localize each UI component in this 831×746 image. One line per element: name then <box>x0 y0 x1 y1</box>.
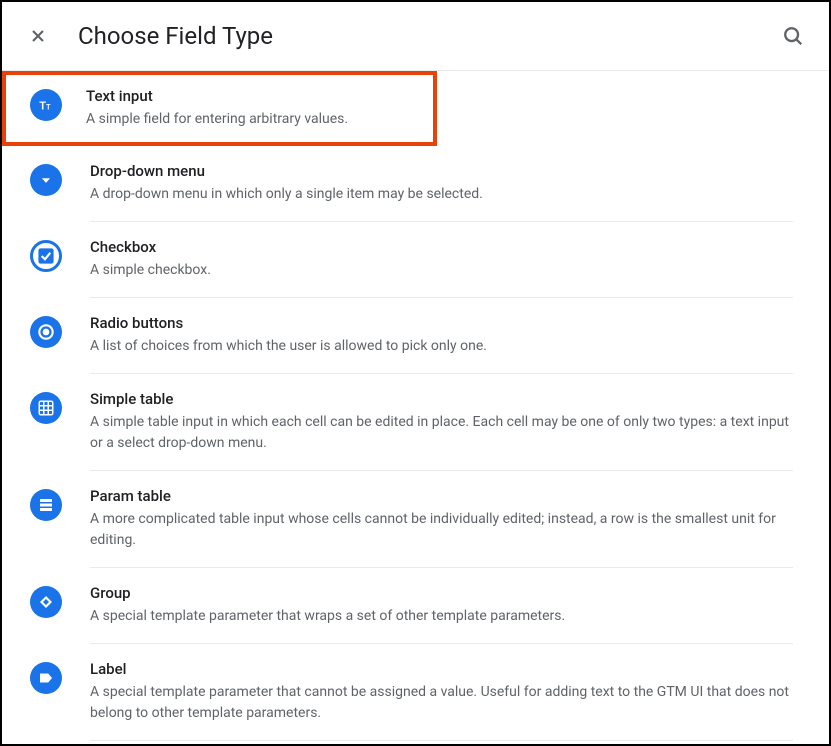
header: Choose Field Type <box>2 2 829 70</box>
field-type-checkbox[interactable]: Checkbox A simple checkbox. <box>2 222 829 298</box>
label-icon <box>30 662 62 694</box>
dropdown-icon <box>30 164 62 196</box>
item-desc: A simple checkbox. <box>90 260 793 281</box>
item-desc: A list of choices from which the user is… <box>90 336 793 357</box>
table-icon <box>30 392 62 424</box>
item-title: Group <box>90 584 793 602</box>
page-title: Choose Field Type <box>78 22 753 50</box>
field-type-group[interactable]: Group A special template parameter that … <box>2 568 829 644</box>
item-desc: A simple field for entering arbitrary va… <box>86 109 413 130</box>
close-icon <box>28 26 48 46</box>
item-title: Text input <box>86 87 413 105</box>
group-icon <box>30 586 62 618</box>
item-title: Param table <box>90 487 793 505</box>
item-desc: A more complicated table input whose cel… <box>90 509 793 551</box>
field-type-simple-table[interactable]: Simple table A simple table input in whi… <box>2 374 829 471</box>
checkbox-icon <box>30 240 62 272</box>
field-type-radio[interactable]: Radio buttons A list of choices from whi… <box>2 298 829 374</box>
search-icon <box>782 25 804 47</box>
svg-text:T: T <box>39 100 46 113</box>
param-table-icon <box>30 489 62 521</box>
item-title: Radio buttons <box>90 314 793 332</box>
item-title: Drop-down menu <box>90 162 793 180</box>
close-button[interactable] <box>26 24 50 48</box>
item-desc: A special template parameter that cannot… <box>90 682 793 724</box>
field-type-param-table[interactable]: Param table A more complicated table inp… <box>2 471 829 568</box>
item-desc: A simple table input in which each cell … <box>90 412 793 454</box>
radio-icon <box>30 316 62 348</box>
item-title: Simple table <box>90 390 793 408</box>
item-desc: A drop-down menu in which only a single … <box>90 184 793 205</box>
svg-text:T: T <box>46 103 51 112</box>
text-icon: T T <box>30 89 62 121</box>
item-title: Checkbox <box>90 238 793 256</box>
search-button[interactable] <box>781 24 805 48</box>
field-type-label[interactable]: Label A special template parameter that … <box>2 644 829 741</box>
item-title: Label <box>90 660 793 678</box>
field-type-dropdown[interactable]: Drop-down menu A drop-down menu in which… <box>2 146 829 222</box>
field-type-text-input[interactable]: T T Text input A simple field for enteri… <box>2 71 437 146</box>
item-desc: A special template parameter that wraps … <box>90 606 793 627</box>
